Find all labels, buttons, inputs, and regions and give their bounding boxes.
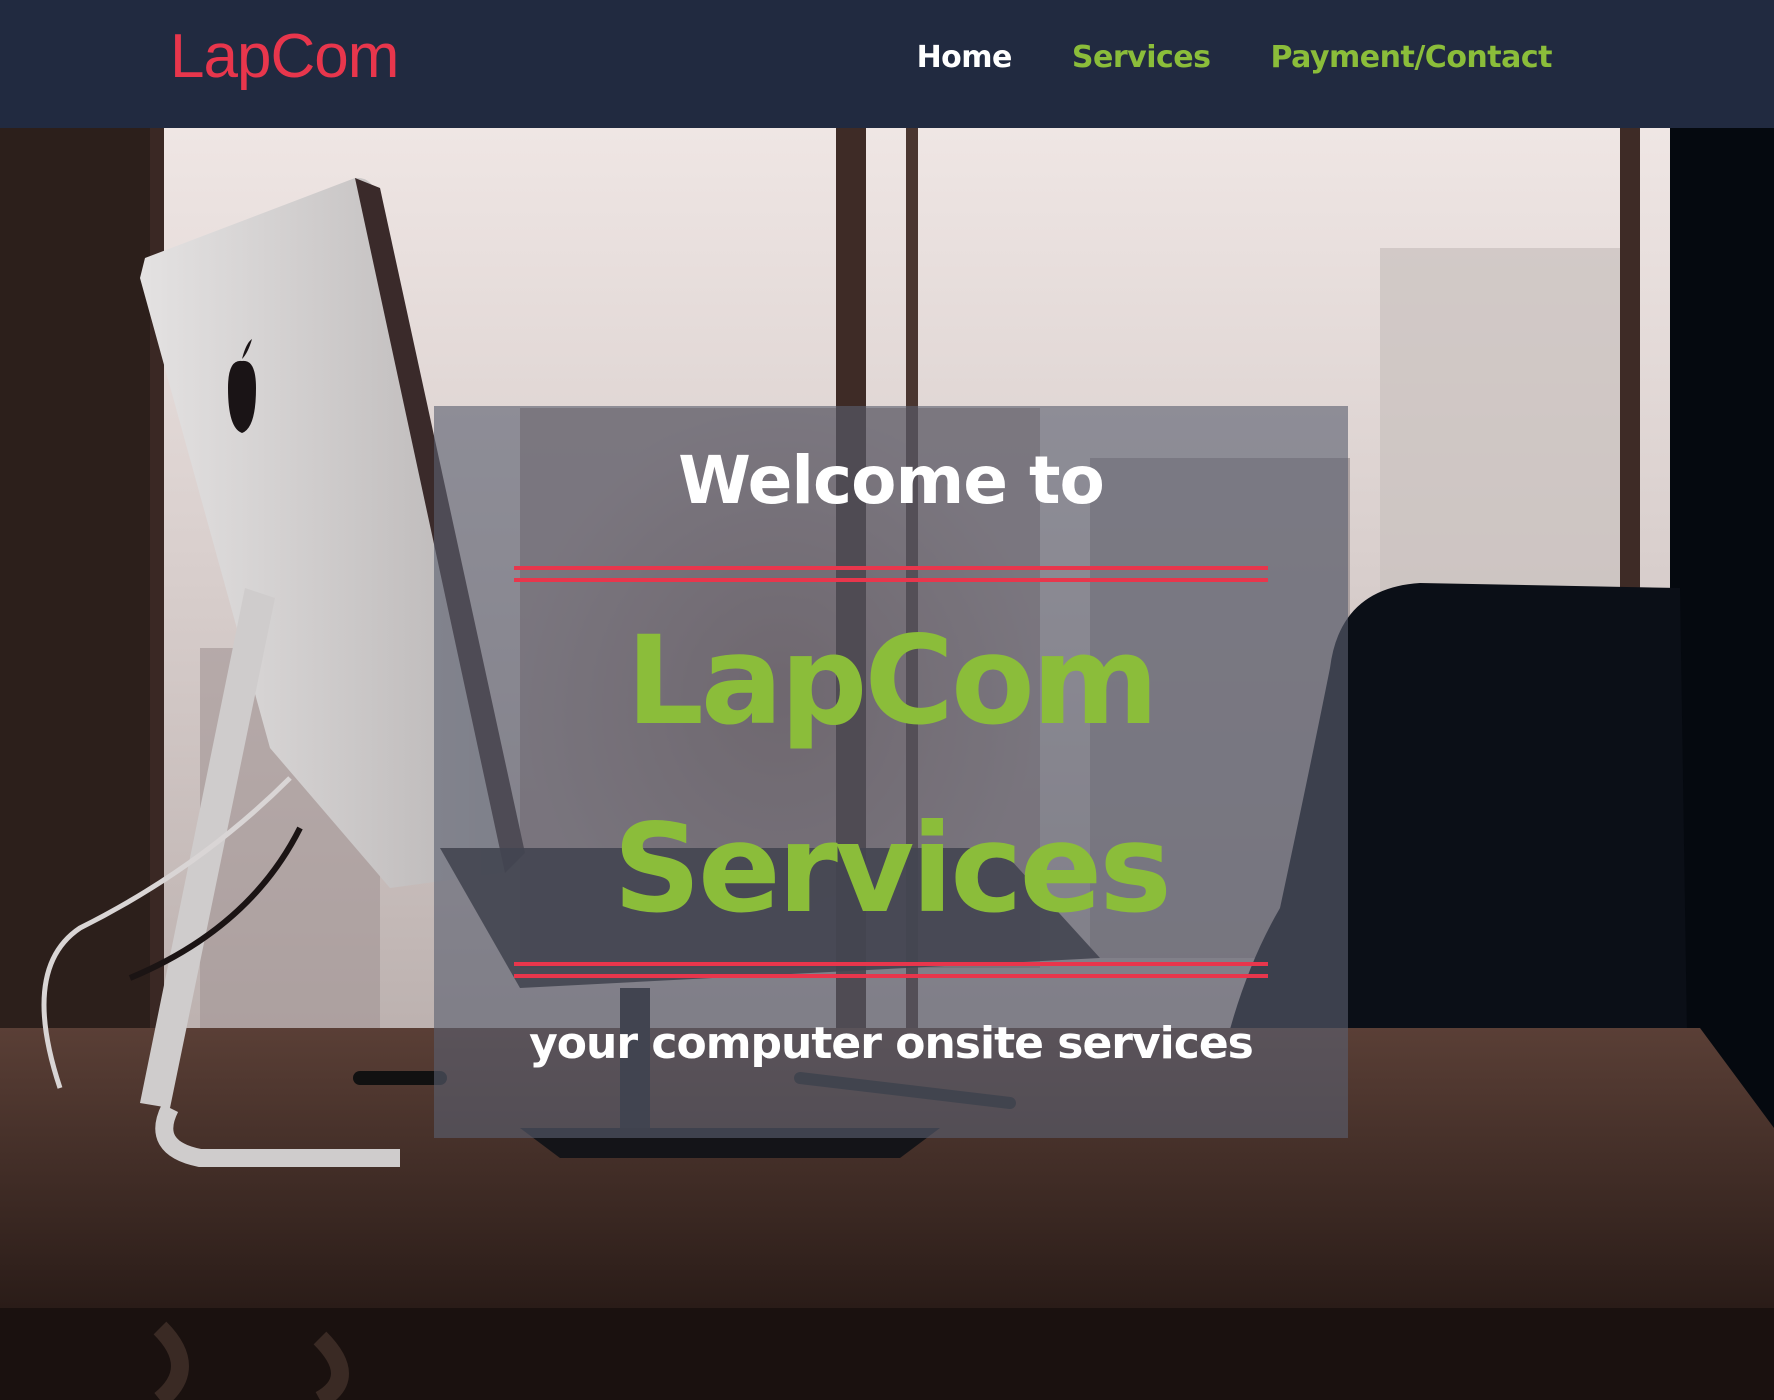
welcome-heading: Welcome to [678, 442, 1105, 519]
nav-item-home: Home [917, 40, 1013, 76]
welcome-card: Welcome to LapCom Services your computer… [434, 406, 1348, 1138]
bottom-divider [514, 962, 1268, 980]
hero-title-line-1: LapCom [626, 610, 1159, 752]
brand-logo-link[interactable]: LapCom [170, 26, 399, 88]
nav-link-home[interactable]: Home [917, 40, 1013, 75]
nav-link-services[interactable]: Services [1072, 40, 1211, 75]
hero-tagline: your computer onsite services [529, 1018, 1254, 1069]
page: LapCom Home Services Payment/Contact Wel… [0, 0, 1774, 1400]
nav-link-payment-contact[interactable]: Payment/Contact [1270, 40, 1552, 75]
nav-item-services: Services [1072, 40, 1211, 76]
top-divider [514, 566, 1268, 584]
top-navbar: LapCom Home Services Payment/Contact [0, 0, 1774, 128]
nav-item-payment-contact: Payment/Contact [1270, 40, 1552, 76]
nav-menu: Home Services Payment/Contact [917, 40, 1553, 76]
hero-title-line-2: Services [613, 798, 1172, 940]
apple-logo-icon [228, 339, 256, 433]
